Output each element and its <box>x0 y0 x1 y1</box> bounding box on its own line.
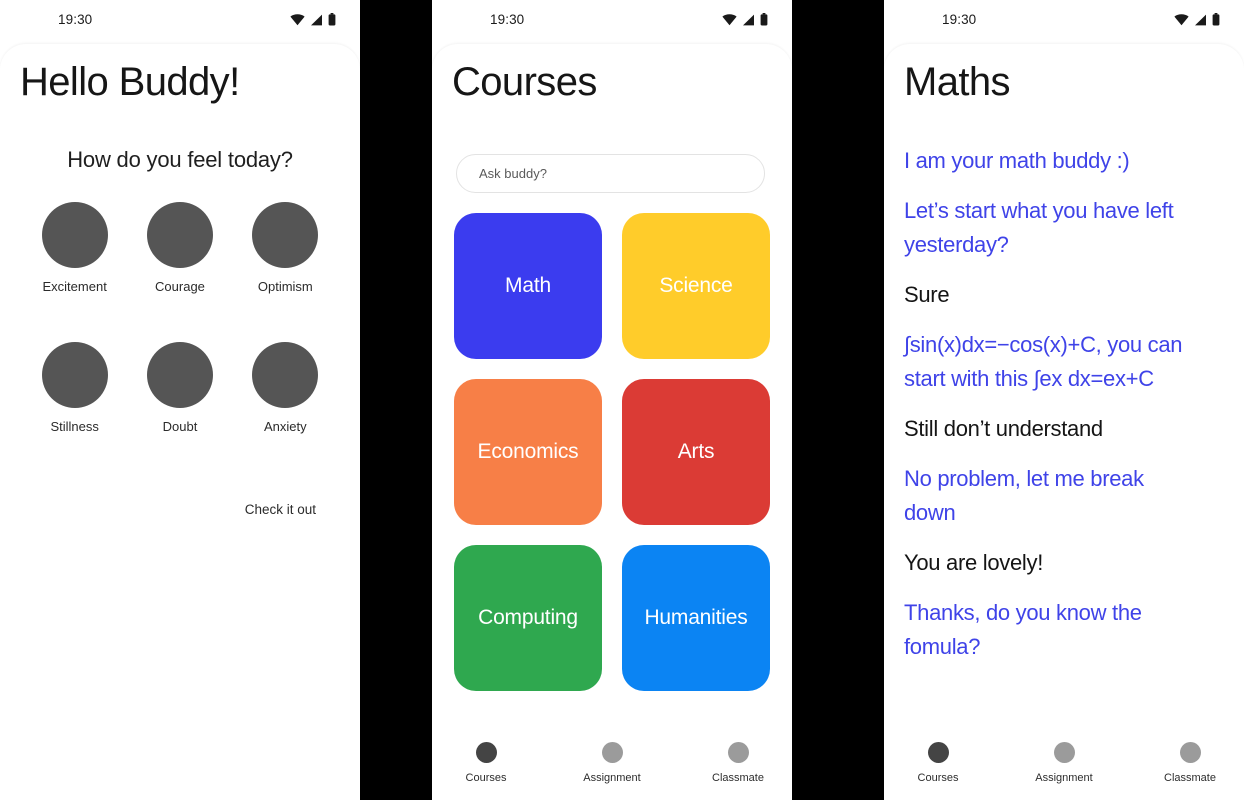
course-tile-computing[interactable]: Computing <box>454 545 602 691</box>
mood-circle-icon <box>41 202 108 268</box>
courses-icon <box>475 742 497 763</box>
course-tile-label: Humanities <box>644 606 748 629</box>
nav-label: Assignment <box>1035 772 1093 784</box>
chat-message-bot: No problem, let me break down <box>904 466 1144 525</box>
nav-item-courses[interactable]: Courses <box>449 742 523 784</box>
mood-option-optimism[interactable]: Optimism <box>233 202 338 294</box>
maths-content: Maths I am your math buddy :) Let’s star… <box>884 44 1244 800</box>
mood-label: Courage <box>155 279 205 294</box>
home-content: Hello Buddy! How do you feel today? Exci… <box>0 44 360 800</box>
course-tile-label: Arts <box>677 440 715 463</box>
battery-icon <box>760 13 768 26</box>
check-it-out-link[interactable]: Check it out <box>245 502 316 517</box>
mood-circle-icon <box>146 202 213 268</box>
course-tile-label: Science <box>659 274 733 297</box>
page-title-maths: Maths <box>904 60 1011 104</box>
search-input[interactable] <box>456 154 765 193</box>
signal-icon <box>311 14 322 25</box>
mood-label: Doubt <box>162 419 198 434</box>
bottom-nav-maths: Courses Assignment Classmate <box>884 742 1244 784</box>
battery-icon <box>328 13 336 26</box>
status-bar: 19:30 <box>0 0 360 44</box>
screenshot-stage: 19:30 Hello Buddy! How do you feel today… <box>0 0 1244 800</box>
bottom-nav-courses: Courses Assignment Classmate <box>432 742 792 784</box>
classmate-icon <box>1179 742 1201 763</box>
status-bar: 19:30 <box>884 0 1244 44</box>
classmate-icon <box>727 742 749 763</box>
battery-icon <box>1212 13 1220 26</box>
mood-option-anxiety[interactable]: Anxiety <box>233 342 338 434</box>
nav-label: Classmate <box>712 772 764 784</box>
nav-item-assignment[interactable]: Assignment <box>575 742 649 784</box>
course-tile-science[interactable]: Science <box>622 213 770 359</box>
nav-item-assignment[interactable]: Assignment <box>1027 742 1101 784</box>
phone-screen-courses: 19:30 Courses Math <box>432 0 792 800</box>
nav-label: Courses <box>465 772 507 784</box>
chat-message-bot: I am your math buddy :) <box>904 148 1130 173</box>
nav-label: Courses <box>917 772 959 784</box>
courses-content: Courses Math Science Economics Arts Comp… <box>432 44 792 800</box>
assignment-icon <box>601 742 623 763</box>
status-icon-group <box>1174 13 1220 26</box>
mood-question: How do you feel today? <box>67 147 293 172</box>
mood-circle-icon <box>146 342 213 408</box>
chat-transcript: I am your math buddy :) Let’s start what… <box>904 144 1199 680</box>
nav-item-classmate[interactable]: Classmate <box>701 742 775 784</box>
nav-label: Classmate <box>1164 772 1216 784</box>
assignment-icon <box>1053 742 1075 763</box>
mood-circle-icon <box>252 342 319 408</box>
mood-circle-icon <box>252 202 319 268</box>
page-title-courses: Courses <box>452 60 597 104</box>
signal-icon <box>743 14 754 25</box>
course-tile-label: Computing <box>478 606 578 629</box>
signal-icon <box>1195 14 1206 25</box>
mood-label: Excitement <box>42 279 107 294</box>
phone-screen-maths: 19:30 Maths I am your math buddy :) Let’… <box>884 0 1244 800</box>
status-bar: 19:30 <box>432 0 792 44</box>
nav-item-courses[interactable]: Courses <box>901 742 975 784</box>
nav-item-classmate[interactable]: Classmate <box>1153 742 1227 784</box>
mood-label: Stillness <box>50 419 99 434</box>
mood-option-excitement[interactable]: Excitement <box>22 202 127 294</box>
mood-circle-icon <box>41 342 108 408</box>
chat-message-user: Sure <box>904 282 950 307</box>
wifi-icon <box>1174 13 1189 25</box>
chat-message-bot: ∫sin(x)dx=−cos(x)+C, you can start with … <box>904 332 1183 391</box>
wifi-icon <box>722 13 737 25</box>
chat-message-bot: Let’s start what you have left yesterday… <box>904 198 1174 257</box>
course-tile-math[interactable]: Math <box>454 213 602 359</box>
mood-label: Optimism <box>257 279 313 294</box>
mood-option-stillness[interactable]: Stillness <box>22 342 127 434</box>
course-tile-humanities[interactable]: Humanities <box>622 545 770 691</box>
page-title-home: Hello Buddy! <box>20 60 240 104</box>
courses-icon <box>927 742 949 763</box>
status-time: 19:30 <box>942 12 977 27</box>
status-time: 19:30 <box>58 12 93 27</box>
chat-message-bot: Thanks, do you know the fomula? <box>904 600 1142 659</box>
status-time: 19:30 <box>490 12 525 27</box>
wifi-icon <box>290 13 305 25</box>
course-tile-label: Math <box>505 274 551 297</box>
status-icon-group <box>290 13 336 26</box>
chat-message-user: You are lovely! <box>904 550 1044 575</box>
mood-grid: Excitement Courage Optimism Stillness Do… <box>22 202 338 434</box>
course-tile-label: Economics <box>477 440 579 463</box>
nav-label: Assignment <box>583 772 641 784</box>
mood-option-doubt[interactable]: Doubt <box>127 342 232 434</box>
course-tile-grid: Math Science Economics Arts Computing Hu… <box>454 213 770 691</box>
phone-screen-home: 19:30 Hello Buddy! How do you feel today… <box>0 0 360 800</box>
mood-option-courage[interactable]: Courage <box>127 202 232 294</box>
mood-label: Anxiety <box>264 419 307 434</box>
course-tile-arts[interactable]: Arts <box>622 379 770 525</box>
status-icon-group <box>722 13 768 26</box>
course-tile-economics[interactable]: Economics <box>454 379 602 525</box>
chat-message-user: Still don’t understand <box>904 416 1103 441</box>
